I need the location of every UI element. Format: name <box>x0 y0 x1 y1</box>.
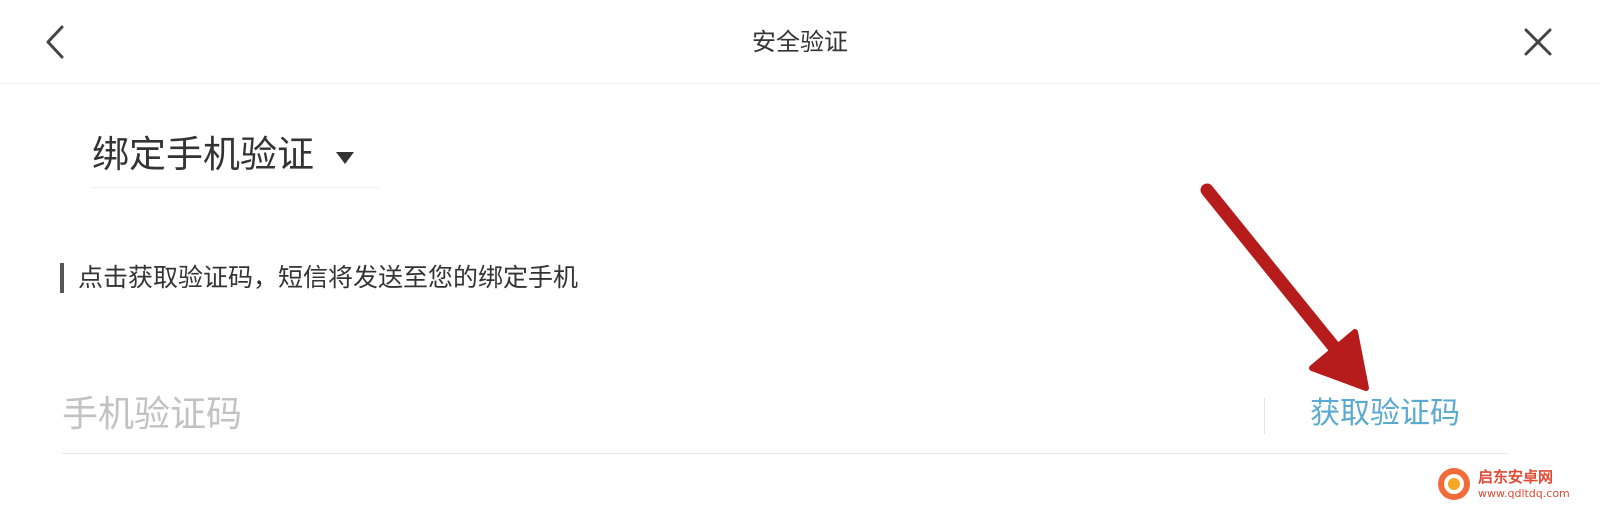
hint-bar <box>60 263 64 293</box>
watermark-name: 启东安卓网 <box>1478 467 1554 486</box>
close-icon <box>1524 28 1552 56</box>
hint-text: 点击获取验证码，短信将发送至您的绑定手机 <box>78 263 579 292</box>
header: 安全验证 <box>0 0 1600 84</box>
get-code-button[interactable]: 获取验证码 <box>1310 392 1460 436</box>
hint: 点击获取验证码，短信将发送至您的绑定手机 <box>60 262 578 294</box>
row-divider <box>1264 398 1265 434</box>
caret-down-icon <box>336 152 354 164</box>
verification-code-row: 获取验证码 <box>62 372 1508 454</box>
watermark: 启东安卓网 www.qdltdq.com <box>1436 462 1586 506</box>
watermark-logo-icon <box>1438 468 1470 500</box>
close-button[interactable] <box>1518 22 1558 62</box>
page-title: 安全验证 <box>752 28 848 56</box>
verify-method-dropdown[interactable]: 绑定手机验证 <box>92 126 379 188</box>
watermark-url: www.qdltdq.com <box>1478 486 1570 500</box>
verification-code-input[interactable] <box>62 386 1212 442</box>
verify-method-label: 绑定手机验证 <box>92 133 314 176</box>
